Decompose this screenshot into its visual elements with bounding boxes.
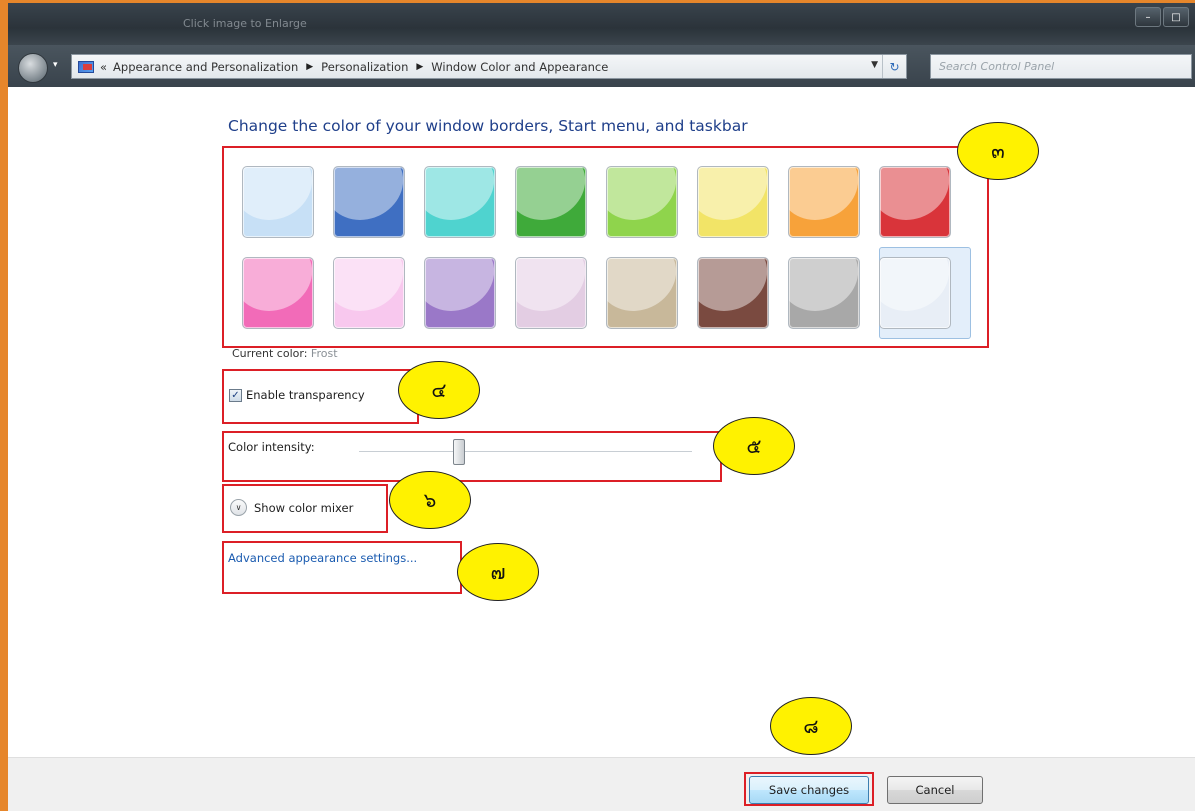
window-controls: – □ bbox=[1135, 7, 1189, 27]
current-color-value: Frost bbox=[310, 347, 338, 360]
annotation-badge-6: ๖ bbox=[389, 471, 471, 529]
current-color-label: Current color: bbox=[232, 347, 308, 360]
main-content: Change the color of your window borders,… bbox=[8, 87, 1195, 757]
cancel-button[interactable]: Cancel bbox=[887, 776, 983, 804]
breadcrumb-item-appearance[interactable]: Appearance and Personalization bbox=[113, 60, 298, 74]
breadcrumb-overflow[interactable]: « bbox=[100, 60, 107, 74]
current-color: Current color: Frost bbox=[232, 347, 338, 360]
annotation-box-4 bbox=[222, 369, 419, 424]
footer: Save changes Cancel bbox=[8, 757, 1195, 811]
control-panel-icon bbox=[78, 60, 94, 74]
address-bar: ▾ « Appearance and Personalization ▶ Per… bbox=[8, 45, 1195, 87]
refresh-icon[interactable]: ↻ bbox=[882, 55, 906, 78]
minimize-button[interactable]: – bbox=[1135, 7, 1161, 27]
annotation-box-6 bbox=[222, 484, 388, 533]
save-changes-button[interactable]: Save changes bbox=[749, 776, 869, 804]
annotation-badge-8: ๘ bbox=[770, 697, 852, 755]
annotation-badge-3: ๓ bbox=[957, 122, 1039, 180]
annotation-badge-5: ๕ bbox=[713, 417, 795, 475]
breadcrumb-item-window-color[interactable]: Window Color and Appearance bbox=[431, 60, 608, 74]
annotation-badge-4: ๔ bbox=[398, 361, 480, 419]
breadcrumb[interactable]: « Appearance and Personalization ▶ Perso… bbox=[71, 54, 907, 79]
annotation-box-5 bbox=[222, 431, 722, 482]
breadcrumb-separator-icon[interactable]: ▶ bbox=[306, 62, 313, 72]
annotation-box-7 bbox=[222, 541, 462, 594]
back-button[interactable] bbox=[18, 53, 48, 83]
annotation-box-3 bbox=[222, 146, 989, 348]
search-input[interactable]: Search Control Panel bbox=[930, 54, 1192, 79]
window-title: Click image to Enlarge bbox=[183, 17, 307, 30]
title-bar: Click image to Enlarge – □ bbox=[8, 3, 1195, 45]
recent-pages-chevron-icon[interactable]: ▾ bbox=[53, 60, 58, 70]
maximize-button[interactable]: □ bbox=[1163, 7, 1189, 27]
breadcrumb-separator-icon[interactable]: ▶ bbox=[416, 62, 423, 72]
address-dropdown-icon[interactable]: ▼ bbox=[871, 60, 878, 70]
page-title: Change the color of your window borders,… bbox=[228, 117, 748, 135]
annotation-badge-7: ๗ bbox=[457, 543, 539, 601]
breadcrumb-item-personalization[interactable]: Personalization bbox=[321, 60, 408, 74]
